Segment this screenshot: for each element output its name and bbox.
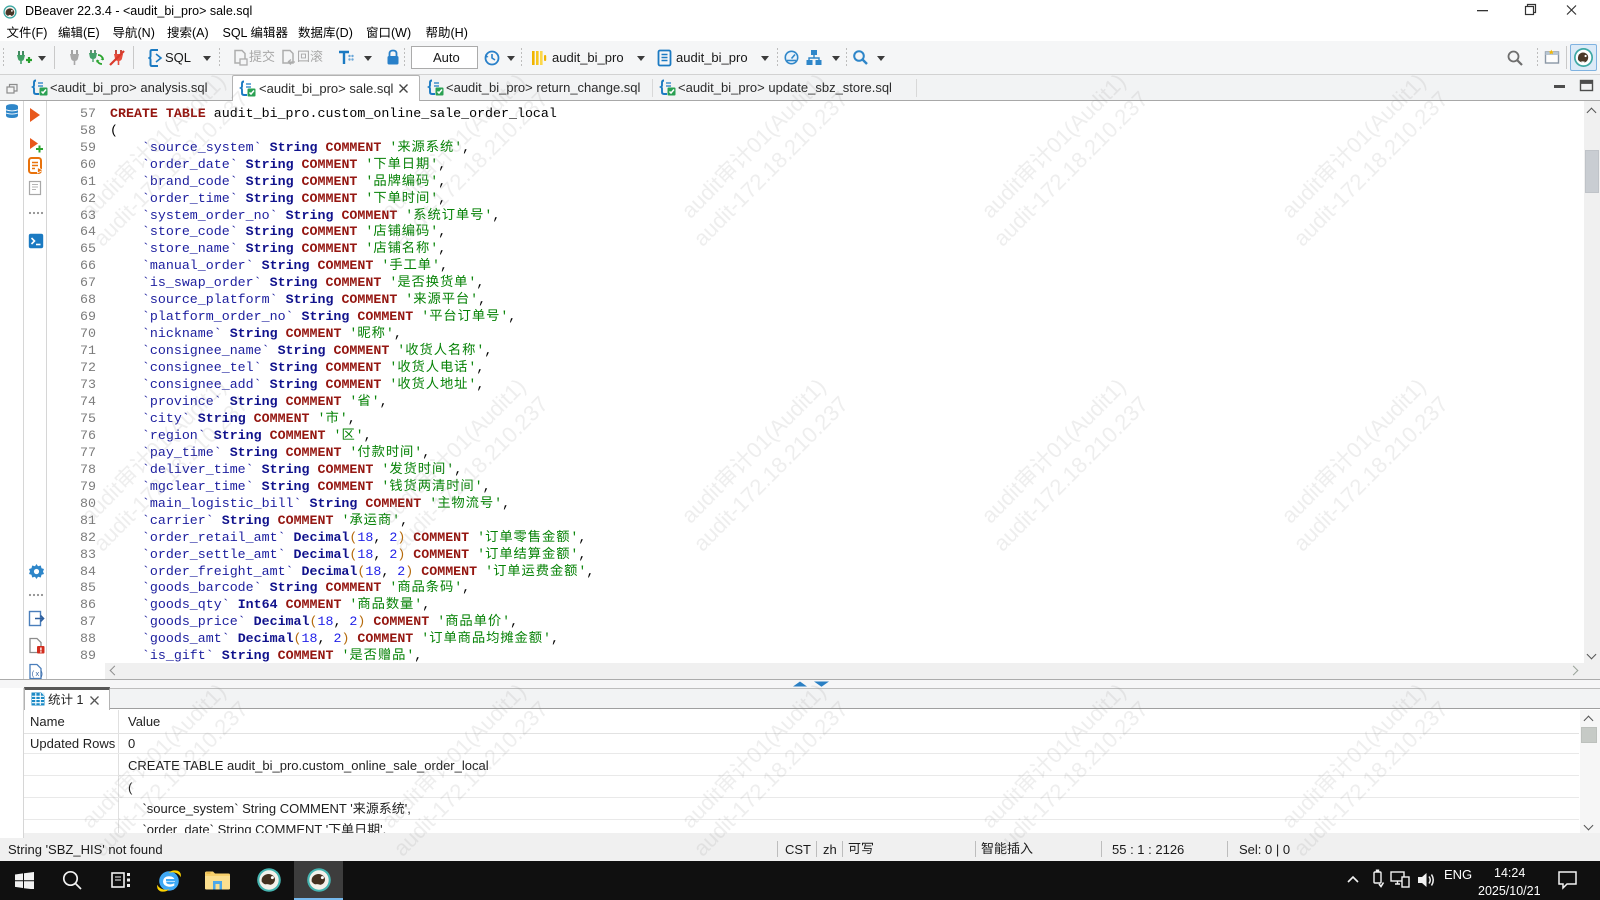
svg-text:(x): (x) <box>31 671 44 679</box>
